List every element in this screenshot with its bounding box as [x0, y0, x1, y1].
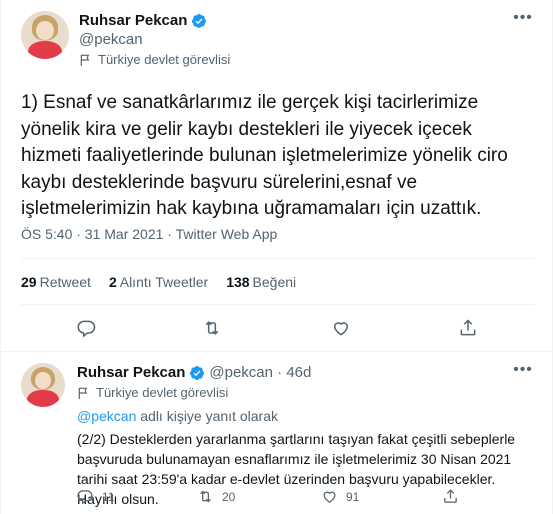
like-button[interactable]: 91	[321, 488, 359, 505]
retweet-icon	[200, 490, 211, 503]
author-handle[interactable]: @pekcan	[79, 31, 143, 48]
share-icon	[444, 489, 457, 503]
verified-badge-icon	[192, 13, 207, 28]
like-icon	[333, 322, 349, 336]
like-icon	[323, 491, 336, 503]
tweet-actions: 11 20 91	[77, 488, 537, 508]
share-icon	[460, 319, 476, 336]
more-icon[interactable]: •••	[512, 362, 534, 382]
share-button[interactable]	[458, 318, 480, 340]
reply-to-link[interactable]: @pekcan	[77, 408, 136, 424]
reply-context: @pekcan adlı kişiye yanıt olarak	[77, 408, 278, 424]
author-name[interactable]: Ruhsar Pekcan	[79, 12, 187, 29]
divider	[21, 258, 534, 259]
tweet-stats: 29 Retweet 2 Alıntı Tweetler 138 Beğeni	[21, 274, 296, 290]
tweet-thread: Ruhsar Pekcan @pekcan Türkiye devlet gör…	[0, 0, 553, 514]
reply-tweet[interactable]: Ruhsar Pekcan @pekcan · 46d Türkiye devl…	[1, 352, 553, 514]
reply-count: 11	[102, 489, 115, 504]
reply-icon	[77, 490, 93, 505]
author-handle-time[interactable]: @pekcan · 46d	[209, 364, 311, 381]
author-row: Ruhsar Pekcan	[79, 12, 207, 29]
likes-stat[interactable]: 138 Beğeni	[226, 274, 296, 290]
reply-button[interactable]: 11	[77, 488, 114, 505]
tweet-actions	[1, 318, 553, 340]
government-label-text: Türkiye devlet görevlisi	[96, 385, 229, 400]
avatar[interactable]	[21, 11, 69, 59]
share-button[interactable]	[442, 488, 459, 505]
reply-button[interactable]	[77, 318, 99, 340]
like-button[interactable]	[331, 318, 353, 340]
government-label: Türkiye devlet görevlisi	[79, 52, 230, 67]
divider	[21, 304, 534, 305]
retweet-button[interactable]: 20	[197, 488, 235, 505]
like-count: 91	[346, 489, 360, 504]
retweet-button[interactable]	[202, 318, 224, 340]
government-label-text: Türkiye devlet görevlisi	[98, 52, 231, 67]
flag-icon	[78, 387, 88, 399]
reply-icon	[77, 320, 96, 338]
tweet-timestamp[interactable]: ÖS 5:40 · 31 Mar 2021 · Twitter Web App	[21, 226, 277, 242]
tweet-text: 1) Esnaf ve sanatkârlarımız ile gerçek k…	[21, 92, 508, 219]
author-row: Ruhsar Pekcan @pekcan · 46d	[77, 364, 311, 381]
flag-icon	[80, 54, 90, 66]
main-tweet: Ruhsar Pekcan @pekcan Türkiye devlet gör…	[1, 0, 553, 352]
quotes-stat[interactable]: 2 Alıntı Tweetler	[109, 274, 208, 290]
author-name[interactable]: Ruhsar Pekcan	[77, 364, 185, 381]
verified-badge-icon	[190, 365, 205, 380]
government-label: Türkiye devlet görevlisi	[77, 385, 228, 400]
avatar[interactable]	[21, 363, 65, 407]
retweets-stat[interactable]: 29 Retweet	[21, 274, 91, 290]
retweet-count: 20	[222, 489, 236, 504]
reply-context-text: adlı kişiye yanıt olarak	[136, 408, 278, 424]
more-icon[interactable]: •••	[512, 10, 534, 30]
retweet-icon	[205, 321, 219, 335]
